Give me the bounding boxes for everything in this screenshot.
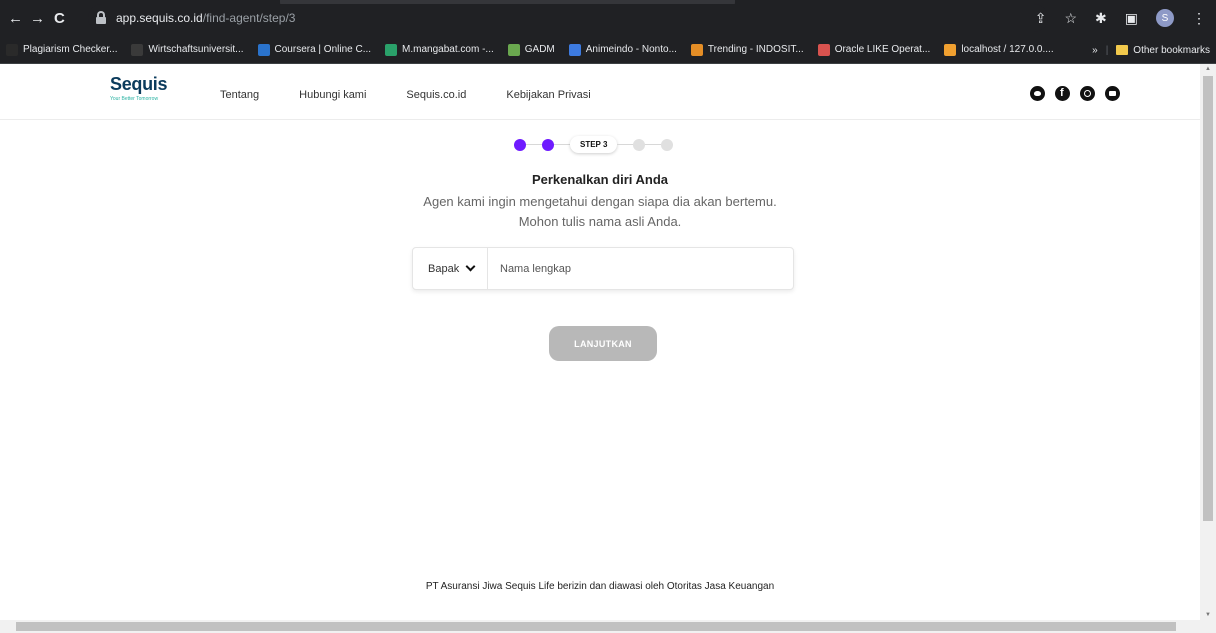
site-header: Sequis Your Better Tomorrow Tentang Hubu…: [0, 64, 1200, 120]
lock-icon[interactable]: [94, 11, 108, 25]
reload-icon[interactable]: C: [54, 11, 65, 26]
bookmarks-overflow-button[interactable]: »: [1092, 45, 1098, 56]
step-5-dot: [661, 138, 674, 151]
subtitle-line-2: Mohon tulis nama asli Anda.: [518, 214, 682, 229]
form-title: Perkenalkan diri Anda: [531, 172, 669, 187]
phpmyadmin-icon: [944, 43, 957, 56]
share-icon[interactable]: ⇪: [1035, 10, 1047, 27]
subtitle-line-1: Agen kami ingin mengetahui dengan siapa …: [423, 194, 777, 209]
forward-arrow-icon[interactable]: →: [30, 11, 45, 26]
bookmark-item[interactable]: localhost / 127.0.0....: [944, 43, 1054, 56]
bookmark-item[interactable]: Coursera | Online C...: [257, 43, 372, 56]
bookmark-label: Trending - INDOSIT...: [707, 44, 804, 55]
horizontal-scroll-thumb[interactable]: [16, 622, 1176, 631]
salutation-value: Bapak: [428, 262, 460, 275]
page-content: Sequis Your Better Tomorrow Tentang Hubu…: [0, 64, 1200, 620]
bookmark-item[interactable]: Oracle LIKE Operat...: [817, 43, 931, 56]
logo-tagline: Your Better Tomorrow: [110, 96, 159, 102]
bookmark-item[interactable]: Plagiarism Checker...: [6, 43, 118, 56]
main-nav: Tentang Hubungi kami Sequis.co.id Kebija…: [220, 89, 591, 101]
menu-kebab-icon[interactable]: ⋮: [1192, 10, 1206, 27]
browser-toolbar: ← → C app.sequis.co.id/find-agent/step/3…: [0, 0, 1216, 36]
coursera-icon: [257, 43, 270, 56]
back-arrow-icon[interactable]: ←: [8, 11, 23, 26]
bookmark-item[interactable]: GADM: [507, 43, 555, 56]
star-icon[interactable]: ☆: [1064, 10, 1077, 27]
nav-tentang[interactable]: Tentang: [220, 89, 259, 101]
bookmark-label: localhost / 127.0.0....: [961, 44, 1054, 55]
footer-text: PT Asuransi Jiwa Sequis Life berizin dan…: [425, 581, 775, 592]
logo-wordmark: Sequis: [110, 74, 168, 94]
salutation-select[interactable]: Bapak: [413, 248, 488, 289]
twitter-icon[interactable]: [1030, 86, 1045, 101]
youtube-icon[interactable]: [1105, 86, 1120, 101]
sst-icon: [6, 43, 18, 56]
progress-stepper: STEP 3: [514, 136, 674, 153]
step-current-label: STEP 3: [570, 136, 618, 153]
bookmark-label: Plagiarism Checker...: [23, 44, 118, 55]
nav-sequis-co-id[interactable]: Sequis.co.id: [406, 89, 466, 101]
social-links: [1030, 86, 1120, 101]
animeindo-icon: [568, 43, 581, 56]
form-subtitle: Agen kami ingin mengetahui dengan siapa …: [0, 192, 1200, 232]
continue-button[interactable]: LANJUTKAN: [549, 326, 657, 361]
scroll-down-icon[interactable]: ▼: [1205, 612, 1211, 618]
profile-avatar[interactable]: S: [1156, 9, 1174, 27]
extensions-icon[interactable]: ✱: [1095, 10, 1107, 27]
url-domain: app.sequis.co.id: [116, 11, 203, 25]
bookmark-label: Oracle LIKE Operat...: [834, 44, 931, 55]
mangabat-icon: [385, 43, 398, 56]
bookmark-label: Coursera | Online C...: [274, 44, 372, 55]
bookmark-item[interactable]: Animeindo - Nonto...: [568, 43, 677, 56]
indosit-icon: [690, 43, 703, 56]
bookmark-label: Wirtschaftsuniversit...: [148, 44, 244, 55]
vertical-scrollbar[interactable]: ▲ ▼: [1200, 64, 1216, 620]
name-form-field: Bapak: [412, 247, 794, 290]
oracle-icon: [817, 43, 830, 56]
step-4-dot: [633, 138, 646, 151]
nav-hubungi-kami[interactable]: Hubungi kami: [299, 89, 366, 101]
scroll-up-icon[interactable]: ▲: [1205, 66, 1211, 72]
other-bookmarks-button[interactable]: Other bookmarks: [1116, 45, 1210, 56]
sequis-logo[interactable]: Sequis Your Better Tomorrow: [110, 74, 168, 102]
facebook-icon[interactable]: [1055, 86, 1070, 101]
chevron-down-icon: [465, 261, 476, 272]
bookmark-label: Animeindo - Nonto...: [585, 44, 677, 55]
address-bar[interactable]: app.sequis.co.id/find-agent/step/3: [88, 4, 1048, 32]
horizontal-scrollbar[interactable]: [0, 620, 1216, 633]
other-bookmarks-label: Other bookmarks: [1133, 44, 1210, 56]
nav-kebijakan-privasi[interactable]: Kebijakan Privasi: [506, 89, 590, 101]
w-icon: [131, 43, 144, 56]
step-2-dot: [542, 138, 554, 151]
bookmark-item[interactable]: Trending - INDOSIT...: [690, 43, 804, 56]
bookmark-label: M.mangabat.com -...: [402, 44, 494, 55]
bookmark-label: GADM: [524, 44, 555, 55]
vertical-scroll-thumb[interactable]: [1203, 76, 1213, 521]
url-text[interactable]: app.sequis.co.id/find-agent/step/3: [116, 11, 295, 25]
full-name-input[interactable]: [488, 248, 793, 289]
bookmarks-bar: Plagiarism Checker... Wirtschaftsuniversi…: [0, 36, 1216, 64]
sidepanel-icon[interactable]: ▣: [1125, 10, 1138, 27]
url-path: /find-agent/step/3: [202, 11, 296, 25]
instagram-icon[interactable]: [1080, 86, 1095, 101]
folder-icon: [1116, 45, 1129, 55]
bookmark-item[interactable]: M.mangabat.com -...: [385, 43, 494, 56]
gadm-icon: [507, 43, 520, 56]
step-1-dot: [514, 138, 526, 151]
bookmark-item[interactable]: Wirtschaftsuniversit...: [131, 43, 244, 56]
